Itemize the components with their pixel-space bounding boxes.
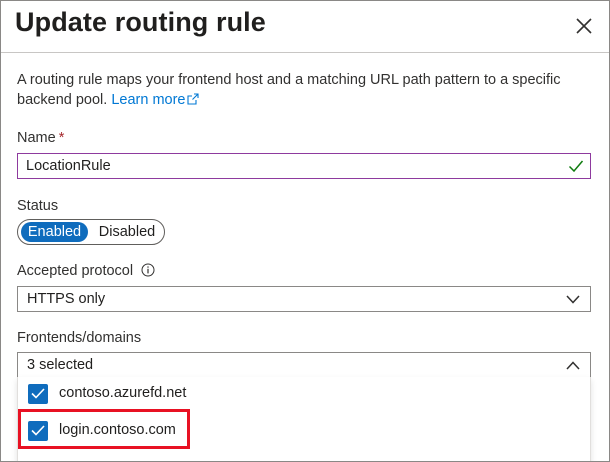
accepted-protocol-value: HTTPS only bbox=[27, 291, 106, 307]
info-icon[interactable] bbox=[141, 263, 155, 277]
frontends-dropdown: contoso.azurefd.net login.contoso.com bbox=[17, 377, 591, 461]
required-indicator: * bbox=[58, 130, 65, 146]
header-divider bbox=[1, 52, 609, 53]
accepted-protocol-label: Accepted protocol bbox=[17, 263, 155, 279]
frontend-option-login-contoso[interactable]: login.contoso.com bbox=[18, 414, 590, 448]
close-button[interactable] bbox=[575, 17, 593, 35]
description-text: A routing rule maps your frontend host a… bbox=[17, 72, 561, 108]
status-disabled-option[interactable]: Disabled bbox=[94, 222, 160, 242]
name-label-text: Name bbox=[17, 130, 56, 146]
name-input-value: LocationRule bbox=[26, 158, 111, 174]
chevron-up-icon bbox=[566, 361, 580, 370]
learn-more-link[interactable]: Learn more bbox=[111, 92, 200, 108]
frontends-label: Frontends/domains bbox=[17, 330, 142, 346]
checkmark-icon bbox=[568, 160, 584, 173]
name-input[interactable]: LocationRule bbox=[17, 153, 591, 179]
routing-rule-panel: Update routing rule A routing rule maps … bbox=[0, 0, 610, 462]
name-label: Name * bbox=[17, 130, 64, 146]
status-label: Status bbox=[17, 198, 59, 214]
accepted-protocol-select[interactable]: HTTPS only bbox=[17, 286, 591, 312]
status-enabled-option[interactable]: Enabled bbox=[21, 222, 88, 242]
frontend-option-label: contoso.azurefd.net bbox=[59, 385, 187, 401]
learn-more-label: Learn more bbox=[111, 92, 186, 108]
frontend-option-label: login.contoso.com bbox=[59, 422, 176, 438]
frontends-select[interactable]: 3 selected bbox=[17, 352, 591, 378]
external-link-icon bbox=[187, 93, 200, 105]
frontend-option-contoso-azurefd[interactable]: contoso.azurefd.net bbox=[18, 377, 590, 411]
status-toggle[interactable]: Enabled Disabled bbox=[17, 219, 165, 245]
checkbox-checked-icon[interactable] bbox=[28, 384, 48, 404]
frontends-value: 3 selected bbox=[27, 357, 94, 373]
description: A routing rule maps your frontend host a… bbox=[17, 70, 577, 110]
page-title: Update routing rule bbox=[15, 7, 266, 37]
accepted-protocol-label-text: Accepted protocol bbox=[17, 263, 134, 279]
close-icon bbox=[576, 18, 592, 34]
checkbox-checked-icon[interactable] bbox=[28, 421, 48, 441]
chevron-down-icon bbox=[566, 295, 580, 304]
